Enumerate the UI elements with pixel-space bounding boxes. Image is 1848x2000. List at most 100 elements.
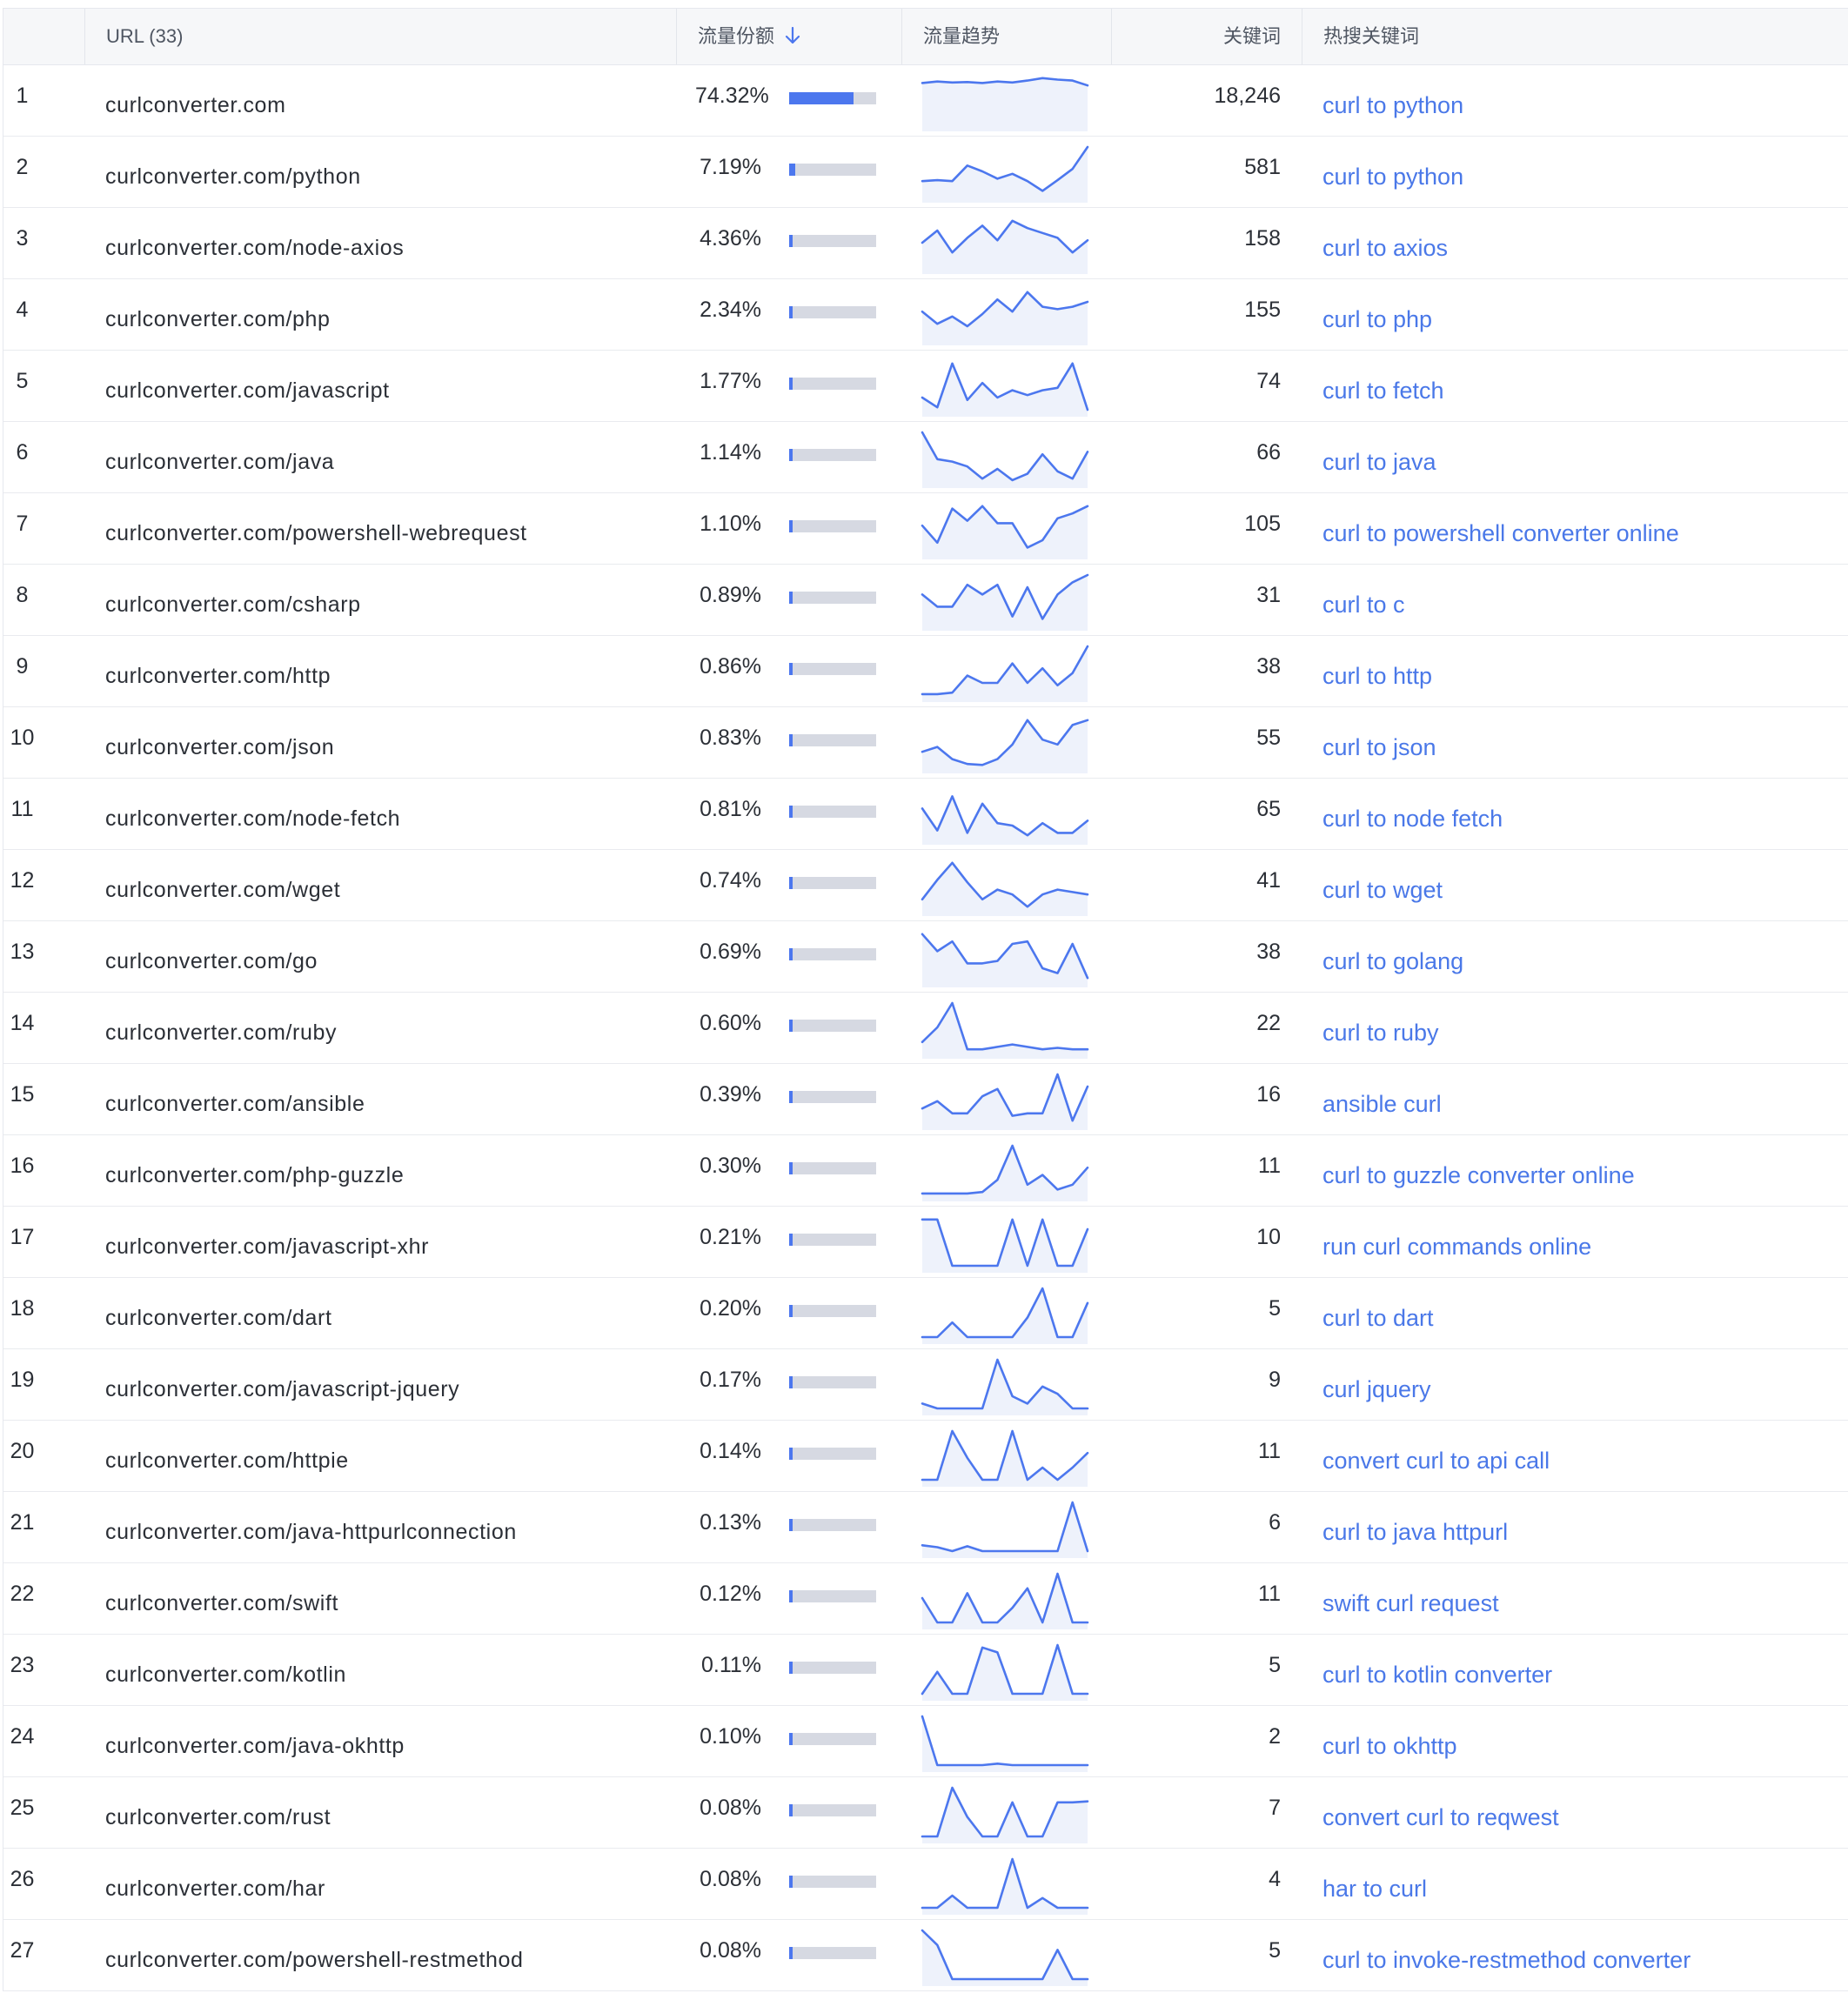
row-keyword-count[interactable]: 11 xyxy=(1111,1135,1281,1206)
row-url[interactable]: curlconverter.com/ansible xyxy=(105,1064,662,1134)
header-traffic-share[interactable]: 流量份额 xyxy=(676,9,901,64)
row-url[interactable]: curlconverter.com/kotlin xyxy=(105,1635,662,1705)
row-url[interactable]: curlconverter.com/javascript-xhr xyxy=(105,1207,662,1277)
row-url[interactable]: curlconverter.com/wget xyxy=(105,850,662,920)
row-url[interactable]: curlconverter.com/javascript-jquery xyxy=(105,1349,662,1420)
row-url[interactable]: curlconverter.com/dart xyxy=(105,1278,662,1348)
row-url[interactable]: curlconverter.com/json xyxy=(105,707,662,778)
traffic-share-bar xyxy=(789,92,876,104)
row-keyword-count[interactable]: 18,246 xyxy=(1111,65,1281,136)
row-keyword-count[interactable]: 66 xyxy=(1111,422,1281,492)
row-keyword-count[interactable]: 105 xyxy=(1111,493,1281,564)
row-keyword-count[interactable]: 5 xyxy=(1111,1278,1281,1348)
row-url[interactable]: curlconverter.com/ruby xyxy=(105,993,662,1063)
row-hot-keyword-link[interactable]: run curl commands online xyxy=(1322,1207,1845,1277)
row-hot-keyword-link[interactable]: curl to golang xyxy=(1322,921,1845,992)
row-keyword-count[interactable]: 5 xyxy=(1111,1920,1281,1990)
row-hot-keyword-link[interactable]: swift curl request xyxy=(1322,1563,1845,1634)
row-keyword-count[interactable]: 16 xyxy=(1111,1064,1281,1134)
row-hot-keyword-link[interactable]: curl to guzzle converter online xyxy=(1322,1135,1845,1206)
row-keyword-count[interactable]: 2 xyxy=(1111,1706,1281,1776)
row-hot-keyword-link[interactable]: curl to json xyxy=(1322,707,1845,778)
row-hot-keyword-link[interactable]: convert curl to reqwest xyxy=(1322,1777,1845,1848)
row-url[interactable]: curlconverter.com/java-okhttp xyxy=(105,1706,662,1776)
table-row: 25 curlconverter.com/rust 0.08% 7 conver… xyxy=(3,1777,1848,1849)
row-url[interactable]: curlconverter.com/python xyxy=(105,137,662,207)
row-url[interactable]: curlconverter.com/rust xyxy=(105,1777,662,1848)
table-row: 20 curlconverter.com/httpie 0.14% 11 con… xyxy=(3,1421,1848,1492)
row-hot-keyword-link[interactable]: curl jquery xyxy=(1322,1349,1845,1420)
sparkline-area xyxy=(922,505,1088,559)
header-keywords[interactable]: 关键词 xyxy=(1111,9,1302,64)
row-url[interactable]: curlconverter.com/node-axios xyxy=(105,208,662,278)
row-hot-keyword-link[interactable]: curl to ruby xyxy=(1322,993,1845,1063)
row-keyword-count[interactable]: 581 xyxy=(1111,137,1281,207)
row-keyword-count[interactable]: 41 xyxy=(1111,850,1281,920)
row-keyword-count[interactable]: 5 xyxy=(1111,1635,1281,1705)
row-keyword-count[interactable]: 158 xyxy=(1111,208,1281,278)
row-keyword-count[interactable]: 4 xyxy=(1111,1849,1281,1919)
row-hot-keyword-link[interactable]: curl to wget xyxy=(1322,850,1845,920)
row-keyword-count[interactable]: 31 xyxy=(1111,565,1281,635)
row-hot-keyword-link[interactable]: curl to c xyxy=(1322,565,1845,635)
row-url[interactable]: curlconverter.com/java xyxy=(105,422,662,492)
row-url[interactable]: curlconverter.com/php-guzzle xyxy=(105,1135,662,1206)
row-hot-keyword-link[interactable]: curl to powershell converter online xyxy=(1322,493,1845,564)
row-url[interactable]: curlconverter.com/swift xyxy=(105,1563,662,1634)
arrow-down-icon[interactable] xyxy=(785,26,800,45)
header-url[interactable]: URL (33) xyxy=(84,9,676,64)
row-url[interactable]: curlconverter.com/node-fetch xyxy=(105,779,662,849)
traffic-share-bar xyxy=(789,1305,876,1317)
row-keyword-count[interactable]: 11 xyxy=(1111,1563,1281,1634)
row-index: 12 xyxy=(10,868,35,893)
traffic-trend-sparkline xyxy=(921,573,1089,631)
traffic-trend-sparkline xyxy=(921,362,1089,417)
row-hot-keyword-link[interactable]: curl to dart xyxy=(1322,1278,1845,1348)
row-url[interactable]: curlconverter.com xyxy=(105,65,662,136)
row-hot-keyword-link[interactable]: curl to okhttp xyxy=(1322,1706,1845,1776)
row-url[interactable]: curlconverter.com/powershell-restmethod xyxy=(105,1920,662,1990)
row-url[interactable]: curlconverter.com/javascript xyxy=(105,351,662,421)
row-index: 8 xyxy=(16,583,29,607)
sparkline-area xyxy=(922,77,1088,131)
row-hot-keyword-link[interactable]: curl to invoke-restmethod converter xyxy=(1322,1920,1845,1990)
row-keyword-count[interactable]: 9 xyxy=(1111,1349,1281,1420)
traffic-share-bar-fill xyxy=(789,806,793,818)
row-hot-keyword-link[interactable]: curl to java xyxy=(1322,422,1845,492)
row-url[interactable]: curlconverter.com/go xyxy=(105,921,662,992)
row-url[interactable]: curlconverter.com/java-httpurlconnection xyxy=(105,1492,662,1562)
row-keyword-count[interactable]: 11 xyxy=(1111,1421,1281,1491)
url-traffic-table: URL (33) 流量份额 流量趋势 关键词 热搜关键词 1 curlconve… xyxy=(3,8,1848,1991)
row-hot-keyword-link[interactable]: curl to fetch xyxy=(1322,351,1845,421)
row-url[interactable]: curlconverter.com/httpie xyxy=(105,1421,662,1491)
row-keyword-count[interactable]: 74 xyxy=(1111,351,1281,421)
row-keyword-count[interactable]: 65 xyxy=(1111,779,1281,849)
table-body: 1 curlconverter.com 74.32% 18,246 curl t… xyxy=(3,65,1848,1991)
row-hot-keyword-link[interactable]: curl to java httpurl xyxy=(1322,1492,1845,1562)
row-url[interactable]: curlconverter.com/har xyxy=(105,1849,662,1919)
row-keyword-count[interactable]: 55 xyxy=(1111,707,1281,778)
row-hot-keyword-link[interactable]: curl to http xyxy=(1322,636,1845,706)
row-keyword-count[interactable]: 6 xyxy=(1111,1492,1281,1562)
row-keyword-count[interactable]: 38 xyxy=(1111,921,1281,992)
row-keyword-count[interactable]: 22 xyxy=(1111,993,1281,1063)
row-hot-keyword-link[interactable]: curl to kotlin converter xyxy=(1322,1635,1845,1705)
row-hot-keyword-link[interactable]: convert curl to api call xyxy=(1322,1421,1845,1491)
row-url[interactable]: curlconverter.com/powershell-webrequest xyxy=(105,493,662,564)
row-keyword-count[interactable]: 155 xyxy=(1111,279,1281,350)
row-hot-keyword-link[interactable]: curl to axios xyxy=(1322,208,1845,278)
row-keyword-count[interactable]: 10 xyxy=(1111,1207,1281,1277)
table-row: 24 curlconverter.com/java-okhttp 0.10% 2… xyxy=(3,1706,1848,1777)
row-hot-keyword-link[interactable]: ansible curl xyxy=(1322,1064,1845,1134)
row-hot-keyword-link[interactable]: har to curl xyxy=(1322,1849,1845,1919)
row-url[interactable]: curlconverter.com/php xyxy=(105,279,662,350)
row-hot-keyword-link[interactable]: curl to node fetch xyxy=(1322,779,1845,849)
row-keyword-count[interactable]: 38 xyxy=(1111,636,1281,706)
row-hot-keyword-link[interactable]: curl to php xyxy=(1322,279,1845,350)
row-url[interactable]: curlconverter.com/csharp xyxy=(105,565,662,635)
row-keyword-count[interactable]: 7 xyxy=(1111,1777,1281,1848)
row-hot-keyword-link[interactable]: curl to python xyxy=(1322,65,1845,136)
traffic-share-bar-fill xyxy=(789,592,793,604)
row-hot-keyword-link[interactable]: curl to python xyxy=(1322,137,1845,207)
row-url[interactable]: curlconverter.com/http xyxy=(105,636,662,706)
